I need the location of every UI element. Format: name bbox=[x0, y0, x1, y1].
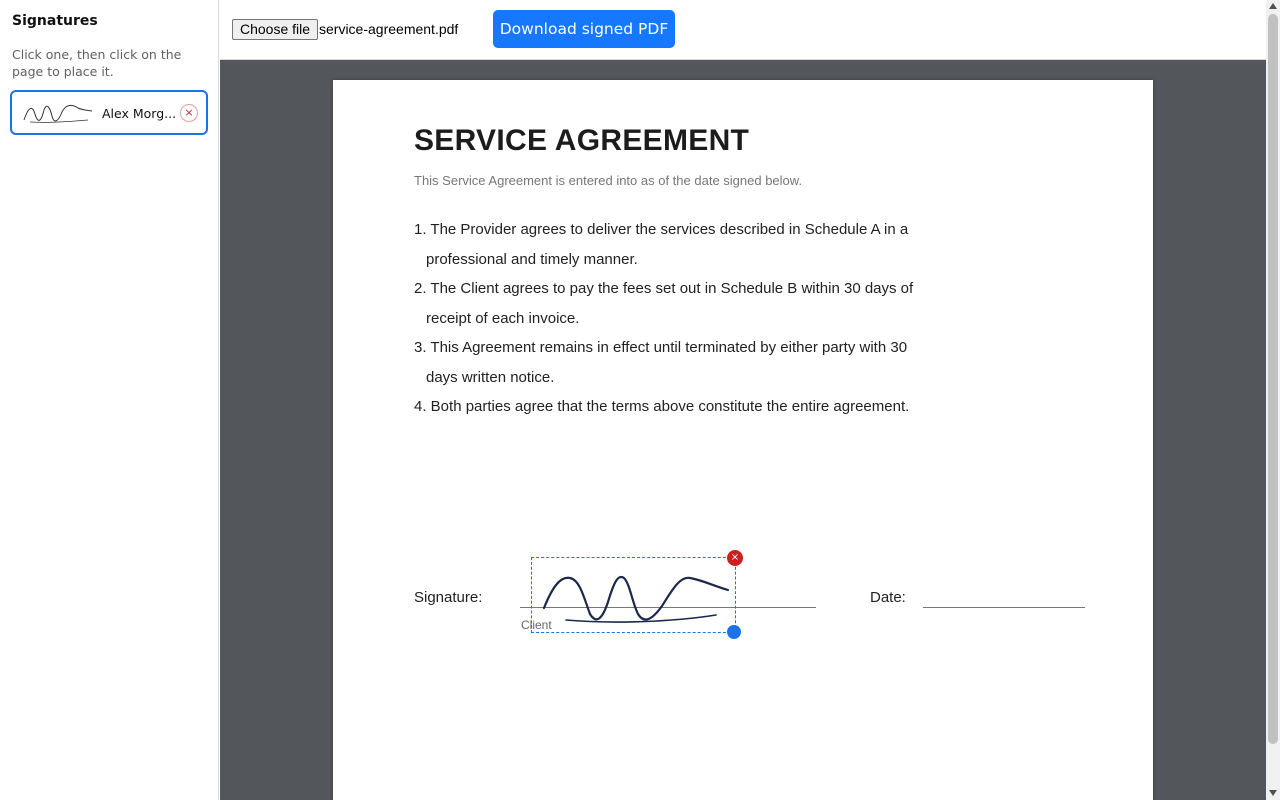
scroll-up-arrow-icon[interactable] bbox=[1269, 3, 1277, 9]
remove-signature-button[interactable]: × bbox=[180, 104, 198, 122]
clause-text: 4. Both parties agree that the terms abo… bbox=[414, 398, 910, 415]
scrollbar-thumb[interactable] bbox=[1268, 14, 1278, 744]
scroll-down-arrow-icon[interactable] bbox=[1269, 790, 1277, 796]
signature-label: Signature: bbox=[414, 589, 483, 606]
pdf-viewer[interactable]: SERVICE AGREEMENT This Service Agreement… bbox=[220, 60, 1266, 800]
document-title: SERVICE AGREEMENT bbox=[414, 124, 750, 157]
clause-continuation: professional and timely manner. bbox=[426, 250, 638, 268]
placed-signature[interactable]: × bbox=[531, 550, 743, 639]
sidebar-hint: Click one, then click on the page to pla… bbox=[12, 47, 182, 79]
scrollbar[interactable] bbox=[1266, 0, 1280, 800]
choose-file-button[interactable]: Choose file bbox=[232, 19, 319, 40]
signature-name: Alex Morg... bbox=[102, 106, 177, 121]
signature-thumbnail-icon bbox=[23, 104, 93, 123]
clause-continuation: receipt of each invoice. bbox=[426, 309, 580, 327]
clause-4: 4. Both parties agree that the terms abo… bbox=[414, 392, 924, 422]
clause-text: 3. This Agreement remains in effect unti… bbox=[414, 339, 908, 356]
clause-continuation: days written notice. bbox=[426, 368, 555, 386]
clause-text: 1. The Provider agrees to deliver the se… bbox=[414, 221, 909, 238]
pdf-page[interactable]: SERVICE AGREEMENT This Service Agreement… bbox=[333, 80, 1153, 800]
clause-3: 3. This Agreement remains in effect unti… bbox=[414, 333, 924, 392]
date-line bbox=[923, 607, 1085, 608]
toolbar: Choose file service-agreement.pdf Downlo… bbox=[220, 0, 1266, 60]
signature-ink-icon bbox=[542, 575, 730, 623]
signatures-sidebar: Signatures Click one, then click on the … bbox=[0, 0, 219, 800]
delete-placed-signature-button[interactable]: × bbox=[727, 550, 743, 566]
resize-handle[interactable] bbox=[727, 625, 741, 639]
download-signed-pdf-button[interactable]: Download signed PDF bbox=[493, 10, 675, 48]
clause-text: 2. The Client agrees to pay the fees set… bbox=[414, 280, 914, 297]
date-label: Date: bbox=[870, 589, 906, 606]
clause-2: 2. The Client agrees to pay the fees set… bbox=[414, 274, 924, 333]
sidebar-title: Signatures bbox=[12, 13, 98, 29]
document-subtitle: This Service Agreement is entered into a… bbox=[414, 173, 803, 188]
clause-1: 1. The Provider agrees to deliver the se… bbox=[414, 215, 924, 274]
signature-card[interactable]: Alex Morg... × bbox=[10, 90, 208, 135]
file-name: service-agreement.pdf bbox=[319, 21, 459, 37]
